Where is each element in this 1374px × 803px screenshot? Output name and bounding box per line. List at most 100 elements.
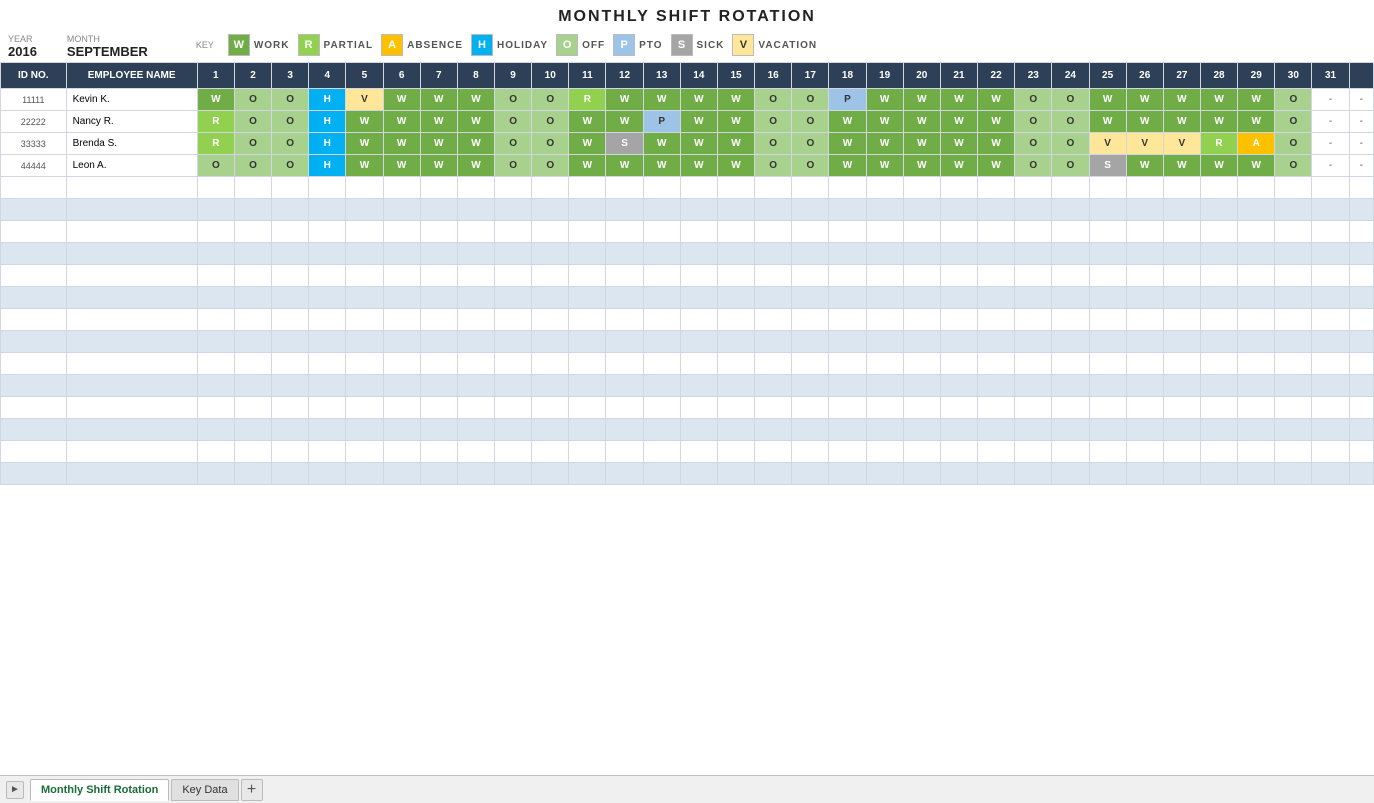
day-cell[interactable]: W — [1126, 89, 1163, 111]
day-cell[interactable]: W — [1126, 111, 1163, 133]
day-cell[interactable]: O — [1052, 111, 1089, 133]
day-cell[interactable]: W — [606, 111, 643, 133]
day-cell[interactable]: P — [829, 89, 866, 111]
day-cell[interactable]: W — [569, 133, 606, 155]
day-cell[interactable]: - — [1312, 111, 1349, 133]
day-cell[interactable]: W — [1238, 155, 1275, 177]
day-cell[interactable]: A — [1238, 133, 1275, 155]
day-cell[interactable]: W — [1163, 111, 1200, 133]
day-cell[interactable]: W — [680, 111, 717, 133]
day-cell[interactable]: O — [792, 133, 829, 155]
day-cell[interactable]: W — [717, 133, 754, 155]
day-cell[interactable]: W — [606, 89, 643, 111]
day-cell[interactable]: - — [1312, 89, 1349, 111]
day-cell[interactable]: O — [792, 155, 829, 177]
day-cell[interactable]: W — [197, 89, 234, 111]
day-cell[interactable]: W — [457, 111, 494, 133]
day-cell[interactable]: R — [197, 133, 234, 155]
day-cell[interactable]: W — [457, 155, 494, 177]
day-cell[interactable]: W — [643, 133, 680, 155]
day-cell[interactable]: W — [457, 89, 494, 111]
day-cell[interactable]: O — [755, 155, 792, 177]
day-cell[interactable]: W — [680, 133, 717, 155]
day-cell[interactable]: W — [940, 111, 977, 133]
day-cell[interactable]: O — [234, 155, 271, 177]
day-cell[interactable]: O — [1052, 155, 1089, 177]
day-cell[interactable]: O — [755, 111, 792, 133]
day-cell[interactable]: W — [866, 133, 903, 155]
day-cell[interactable]: O — [1275, 133, 1312, 155]
day-cell[interactable]: O — [532, 111, 569, 133]
day-cell[interactable]: W — [383, 111, 420, 133]
day-cell[interactable]: R — [197, 111, 234, 133]
day-cell[interactable]: W — [1089, 89, 1126, 111]
day-cell[interactable]: V — [346, 89, 383, 111]
day-cell[interactable]: O — [1015, 111, 1052, 133]
day-cell[interactable]: O — [272, 133, 309, 155]
day-cell[interactable]: W — [346, 133, 383, 155]
day-cell[interactable]: O — [495, 133, 532, 155]
day-cell[interactable]: O — [532, 133, 569, 155]
day-cell[interactable]: R — [569, 89, 606, 111]
day-cell[interactable]: - — [1312, 155, 1349, 177]
day-cell[interactable]: H — [309, 155, 346, 177]
day-cell[interactable]: W — [420, 133, 457, 155]
day-cell[interactable]: W — [1126, 155, 1163, 177]
day-cell[interactable]: W — [866, 89, 903, 111]
day-cell[interactable]: W — [346, 155, 383, 177]
day-cell[interactable]: W — [829, 111, 866, 133]
day-cell[interactable]: O — [1052, 133, 1089, 155]
day-cell[interactable]: O — [792, 111, 829, 133]
sheet-tab[interactable]: Key Data — [171, 779, 238, 801]
day-cell[interactable]: O — [1015, 155, 1052, 177]
day-cell[interactable]: W — [1200, 111, 1237, 133]
day-cell[interactable]: W — [903, 155, 940, 177]
day-cell[interactable]: S — [606, 133, 643, 155]
day-cell[interactable]: O — [272, 111, 309, 133]
day-cell[interactable]: W — [680, 155, 717, 177]
day-cell[interactable]: O — [234, 133, 271, 155]
add-tab-button[interactable]: + — [241, 779, 263, 801]
day-cell[interactable]: W — [717, 89, 754, 111]
day-cell[interactable]: O — [234, 111, 271, 133]
day-cell[interactable]: W — [420, 111, 457, 133]
sheet-tab[interactable]: Monthly Shift Rotation — [30, 779, 169, 801]
day-cell[interactable]: W — [643, 89, 680, 111]
day-cell[interactable]: W — [903, 111, 940, 133]
day-cell[interactable]: W — [866, 111, 903, 133]
day-cell[interactable]: W — [866, 155, 903, 177]
day-cell[interactable]: O — [1015, 89, 1052, 111]
day-cell[interactable]: W — [383, 133, 420, 155]
day-cell[interactable]: O — [495, 111, 532, 133]
day-cell[interactable]: O — [1275, 111, 1312, 133]
day-cell[interactable]: O — [1015, 133, 1052, 155]
day-cell[interactable]: W — [420, 155, 457, 177]
day-cell[interactable]: W — [1163, 89, 1200, 111]
day-cell[interactable]: W — [903, 89, 940, 111]
day-cell[interactable]: W — [346, 111, 383, 133]
day-cell[interactable]: W — [1200, 89, 1237, 111]
day-cell[interactable]: O — [495, 89, 532, 111]
day-cell[interactable]: W — [643, 155, 680, 177]
nav-arrow[interactable]: ► — [6, 781, 24, 799]
day-cell[interactable]: W — [680, 89, 717, 111]
day-cell[interactable]: O — [755, 133, 792, 155]
day-cell[interactable]: W — [978, 89, 1015, 111]
day-cell[interactable]: O — [532, 155, 569, 177]
day-cell[interactable]: V — [1126, 133, 1163, 155]
day-cell[interactable]: O — [234, 89, 271, 111]
day-cell[interactable]: O — [197, 155, 234, 177]
day-cell[interactable]: W — [1238, 89, 1275, 111]
day-cell[interactable]: O — [272, 155, 309, 177]
day-cell[interactable]: O — [1275, 155, 1312, 177]
day-cell[interactable]: S — [1089, 155, 1126, 177]
day-cell[interactable]: P — [643, 111, 680, 133]
day-cell[interactable]: W — [903, 133, 940, 155]
day-cell[interactable]: W — [383, 155, 420, 177]
day-cell[interactable]: W — [1163, 155, 1200, 177]
day-cell[interactable]: R — [1200, 133, 1237, 155]
day-cell[interactable]: O — [495, 155, 532, 177]
day-cell[interactable]: V — [1163, 133, 1200, 155]
day-cell[interactable]: O — [755, 89, 792, 111]
day-cell[interactable]: W — [420, 89, 457, 111]
